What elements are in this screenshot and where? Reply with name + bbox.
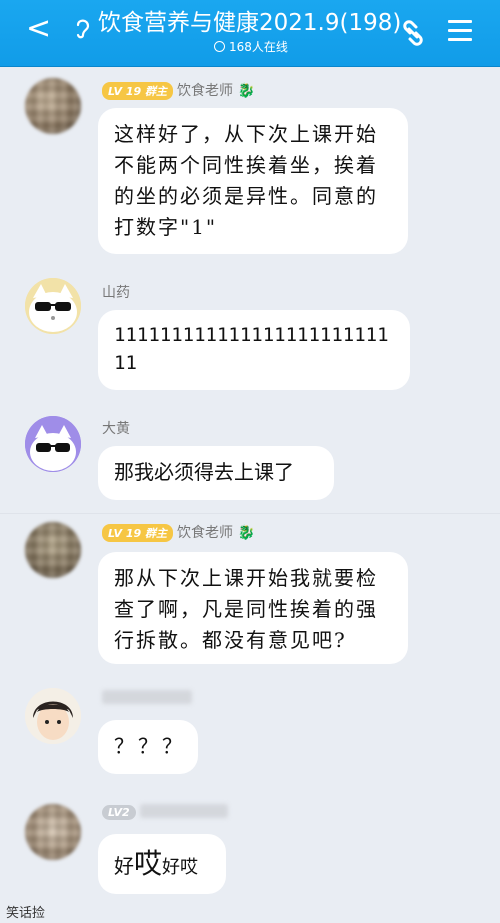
back-button[interactable]: < bbox=[26, 14, 51, 44]
group-title: 饮食营养与健康2021.9(198) bbox=[98, 10, 402, 36]
avatar[interactable] bbox=[25, 522, 81, 578]
ear-icon[interactable] bbox=[72, 16, 92, 45]
group-link-icon[interactable] bbox=[398, 18, 428, 48]
word-3: 好哎 bbox=[162, 857, 199, 878]
sender-name: 山药 bbox=[102, 285, 130, 301]
message-bubble[interactable]: 那从下次上课开始我就要检查了啊，凡是同性挨着的强行拆散。都没有意见吧? bbox=[98, 552, 408, 664]
word-1: 好 bbox=[114, 854, 134, 878]
level-badge: LV2 bbox=[102, 805, 136, 820]
watermark: 笑话捡 bbox=[6, 906, 46, 921]
blurred-name bbox=[102, 690, 192, 704]
message-bubble[interactable]: 那我必须得去上课了 bbox=[98, 446, 334, 500]
message-bubble[interactable]: ？？？ bbox=[98, 720, 198, 774]
avatar[interactable] bbox=[25, 804, 81, 860]
sender-info bbox=[102, 690, 192, 706]
level-badge: LV 19 群主 bbox=[102, 82, 173, 100]
menu-icon[interactable] bbox=[448, 20, 472, 44]
word-2: 哎 bbox=[134, 847, 163, 880]
message-bubble[interactable]: 11111111111111111111111111 bbox=[98, 310, 410, 390]
chat-header: < 饮食营养与健康2021.9(198) 168人在线 bbox=[0, 0, 500, 67]
online-count-label: 168人在线 bbox=[229, 40, 288, 54]
avatar[interactable] bbox=[25, 416, 81, 472]
sender-info: LV2 bbox=[102, 804, 228, 820]
blurred-name bbox=[139, 804, 228, 818]
level-badge: LV 19 群主 bbox=[102, 524, 173, 542]
sender-name: 饮食老师 bbox=[177, 525, 233, 541]
online-icon bbox=[214, 41, 225, 52]
message-bubble[interactable]: 好哎好哎 bbox=[98, 834, 226, 894]
level-text: LV 19 bbox=[108, 85, 142, 98]
sender-info: LV 19 群主 饮食老师 🐉 bbox=[102, 522, 255, 542]
online-count: 168人在线 bbox=[214, 39, 288, 55]
sender-name: 大黄 bbox=[102, 421, 130, 437]
sender-name: 饮食老师 bbox=[177, 83, 233, 99]
divider bbox=[0, 513, 500, 514]
avatar[interactable] bbox=[25, 278, 81, 334]
role-text: 群主 bbox=[145, 527, 167, 540]
dragon-icon: 🐉 bbox=[237, 83, 255, 99]
level-text: LV 19 bbox=[108, 527, 142, 540]
sender-info: LV 19 群主 饮食老师 🐉 bbox=[102, 80, 255, 100]
dragon-icon: 🐉 bbox=[237, 525, 255, 541]
avatar[interactable] bbox=[25, 78, 81, 134]
role-text: 群主 bbox=[145, 85, 167, 98]
avatar[interactable] bbox=[25, 688, 81, 744]
message-bubble[interactable]: 这样好了，从下次上课开始不能两个同性挨着坐，挨着的坐的必须是异性。同意的打数字"… bbox=[98, 108, 408, 254]
